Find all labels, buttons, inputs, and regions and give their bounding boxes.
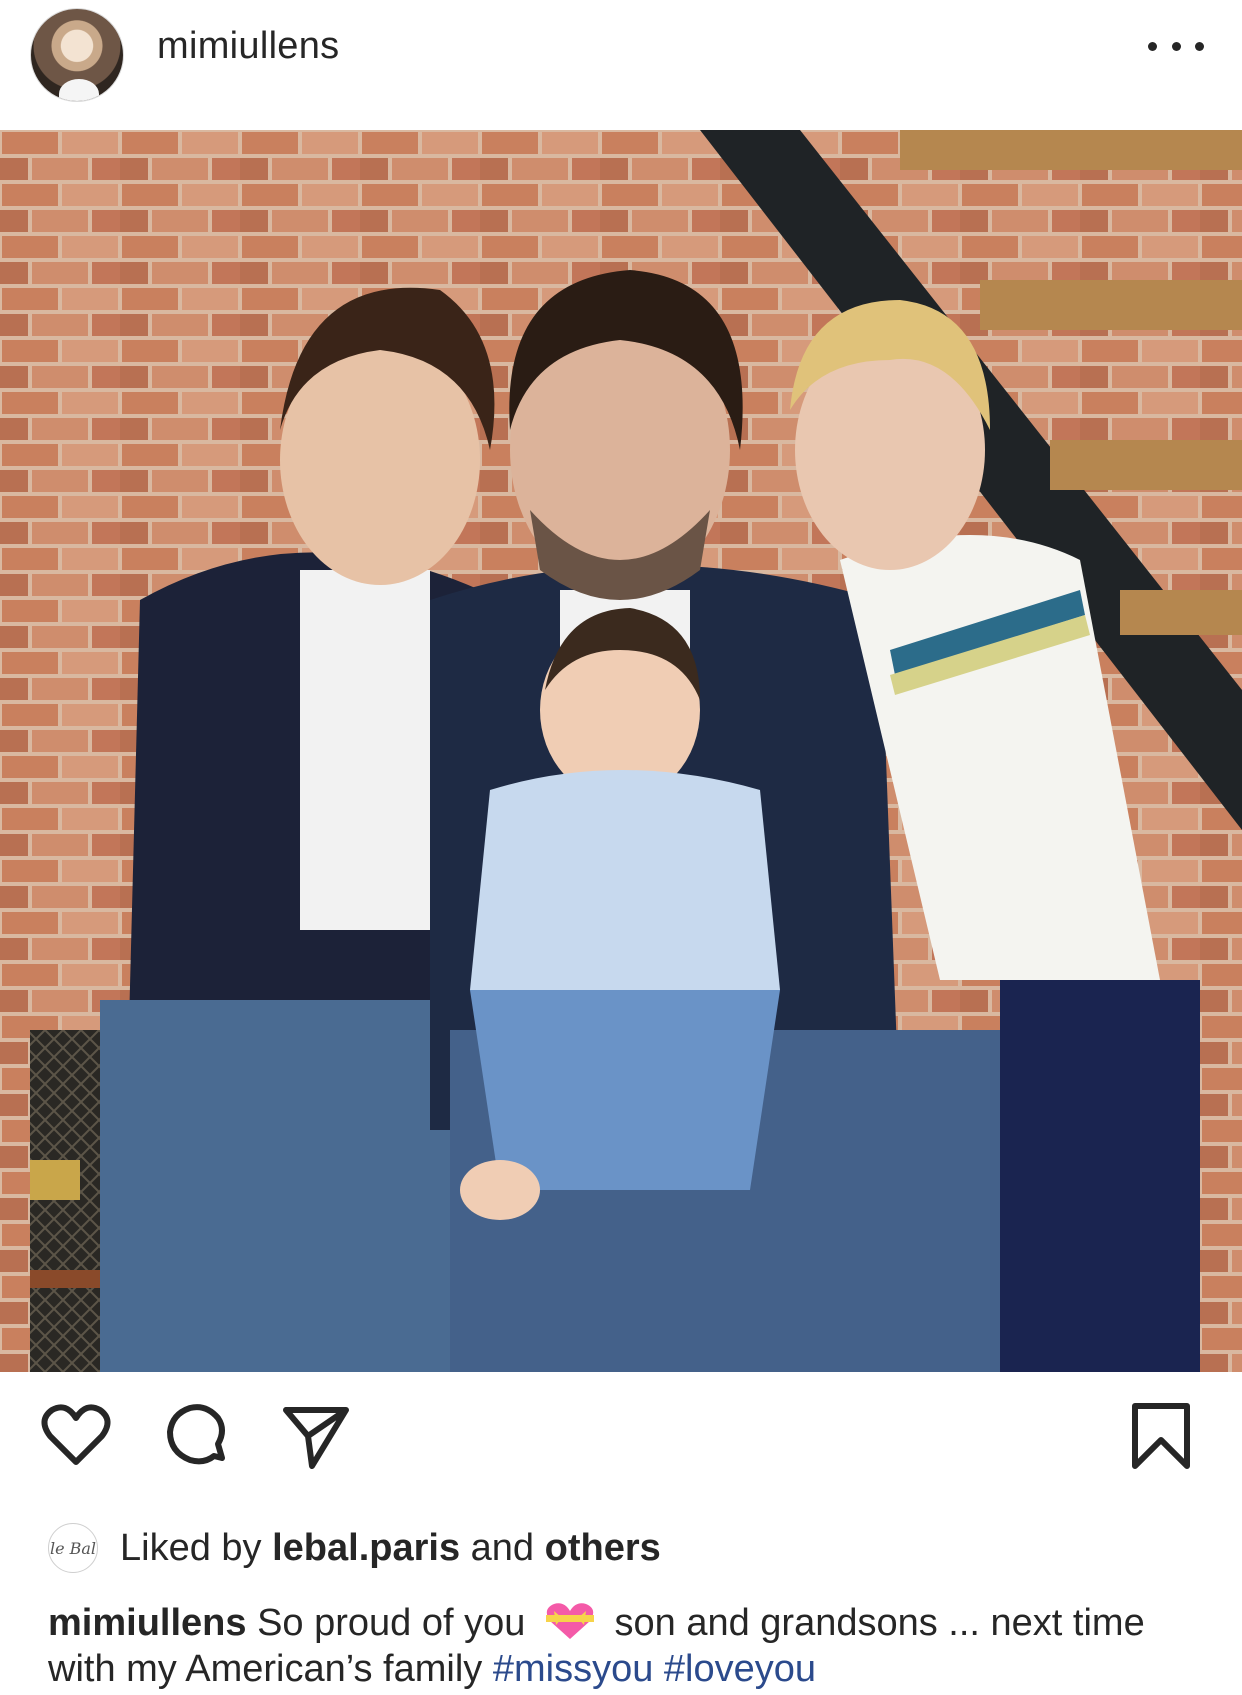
caption-text-before: So proud of you xyxy=(257,1602,526,1644)
heart-icon[interactable] xyxy=(40,1400,112,1472)
hashtag-link[interactable]: #loveyou xyxy=(664,1648,816,1690)
bookmark-icon[interactable] xyxy=(1125,1400,1197,1472)
post-username[interactable]: mimiullens xyxy=(157,25,339,68)
hashtag-link[interactable]: #missyou xyxy=(493,1648,654,1690)
post-actions xyxy=(0,1400,1242,1490)
likes-text: Liked by lebal.paris and others xyxy=(120,1527,661,1570)
comment-icon[interactable] xyxy=(160,1400,232,1472)
post-header: mimiullens xyxy=(0,0,1242,110)
liker-avatar[interactable]: le Bal xyxy=(48,1523,98,1573)
post-caption: mimiullens So proud of you son and grand… xyxy=(48,1600,1208,1692)
profile-avatar[interactable] xyxy=(30,8,124,102)
likes-prefix: Liked by xyxy=(120,1526,262,1569)
likes-summary: le Bal Liked by lebal.paris and others xyxy=(48,1520,661,1576)
caption-username[interactable]: mimiullens xyxy=(48,1602,247,1644)
heart-with-ribbon-emoji xyxy=(545,1603,594,1639)
family-photo-image xyxy=(0,130,1242,1372)
likes-conjunction: and xyxy=(470,1526,535,1569)
post-photo[interactable] xyxy=(0,130,1242,1372)
more-options-icon[interactable] xyxy=(1148,26,1204,66)
likes-others-link[interactable]: others xyxy=(545,1527,661,1569)
paper-plane-icon[interactable] xyxy=(280,1400,352,1472)
liker-username-link[interactable]: lebal.paris xyxy=(272,1527,460,1569)
